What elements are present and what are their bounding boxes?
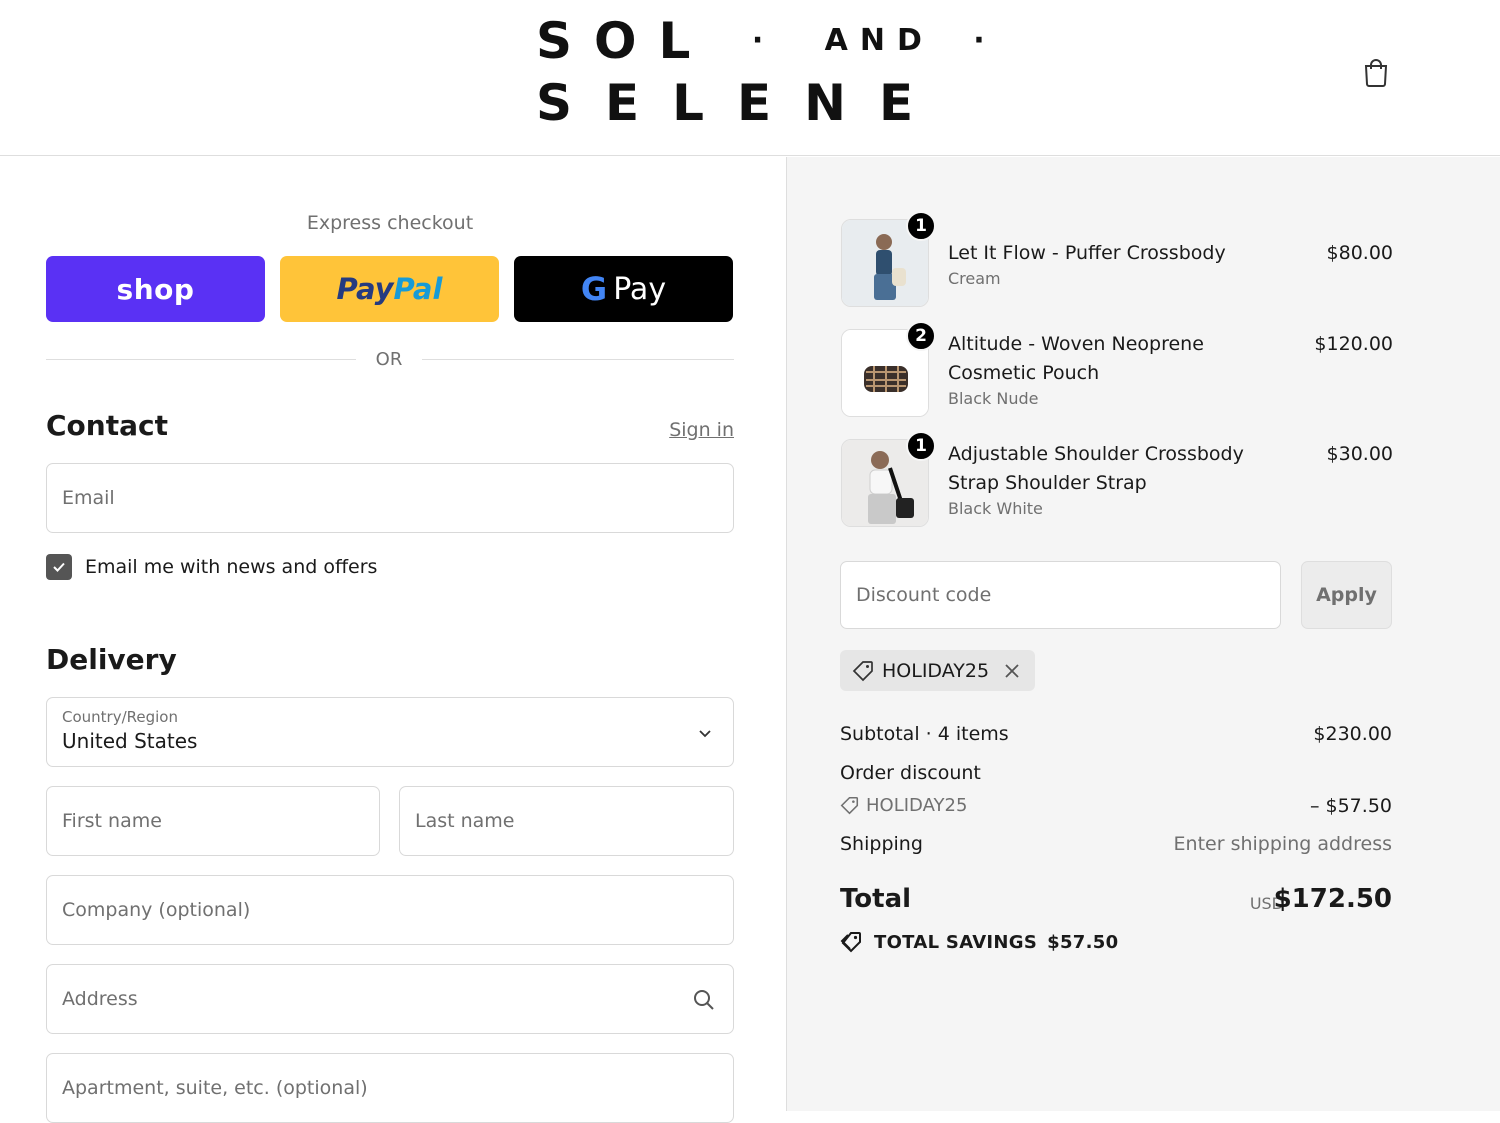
item-price: $30.00 bbox=[1326, 443, 1393, 465]
country-label: Country/Region bbox=[62, 708, 178, 726]
chevron-down-icon bbox=[699, 730, 711, 738]
or-label: OR bbox=[375, 349, 403, 370]
brand-logo[interactable]: SOL · AND · SELENE bbox=[536, 12, 984, 136]
item-variant: Cream bbox=[948, 269, 1001, 288]
divider-line-left bbox=[46, 359, 356, 360]
applied-discount-chip: HOLIDAY25 bbox=[840, 650, 1036, 691]
apartment-placeholder: Apartment, suite, etc. (optional) bbox=[62, 1077, 368, 1099]
google-pay-button[interactable]: G Pay bbox=[514, 256, 733, 322]
subtotal-row: Subtotal · 4 items $230.00 bbox=[840, 723, 1392, 745]
item-info: Altitude - Woven Neoprene Cosmetic Pouch… bbox=[948, 330, 1293, 410]
item-info: Let It Flow - Puffer Crossbody Cream bbox=[948, 239, 1293, 290]
company-placeholder: Company (optional) bbox=[62, 899, 251, 921]
express-checkout-label: Express checkout bbox=[306, 212, 474, 234]
item-price: $120.00 bbox=[1314, 333, 1393, 355]
quantity-badge: 2 bbox=[906, 321, 936, 351]
logo-word-selene: SELENE bbox=[536, 74, 947, 132]
total-amount: $172.50 bbox=[1273, 884, 1392, 914]
company-field[interactable]: Company (optional) bbox=[46, 875, 734, 945]
shipping-row: Shipping Enter shipping address bbox=[840, 833, 1392, 855]
sign-in-link[interactable]: Sign in bbox=[669, 419, 734, 441]
address-placeholder: Address bbox=[62, 988, 138, 1010]
header: SOL · AND · SELENE bbox=[0, 0, 1500, 156]
cart-line-item: 2 Altitude - Woven Neoprene Cosmetic Pou… bbox=[841, 321, 1393, 417]
newsletter-label: Email me with news and offers bbox=[85, 556, 378, 578]
shopping-bag-icon[interactable] bbox=[1362, 57, 1390, 87]
divider-line-right bbox=[422, 359, 734, 360]
item-info: Adjustable Shoulder Crossbody Strap Shou… bbox=[948, 440, 1293, 520]
tag-icon bbox=[840, 796, 859, 815]
cart-line-item: 1 Let It Flow - Puffer Crossbody Cream $… bbox=[841, 211, 1393, 307]
newsletter-checkbox[interactable] bbox=[46, 554, 72, 580]
item-name: Let It Flow - Puffer Crossbody bbox=[948, 242, 1226, 264]
shop-pay-label: shop bbox=[116, 272, 195, 306]
last-name-field[interactable]: Last name bbox=[399, 786, 734, 856]
newsletter-checkbox-row[interactable]: Email me with news and offers bbox=[46, 552, 377, 582]
summary-discount-code: HOLIDAY25 bbox=[866, 795, 968, 816]
last-name-placeholder: Last name bbox=[415, 810, 515, 832]
total-row: Total USD $172.50 bbox=[840, 884, 1392, 920]
first-name-field[interactable]: First name bbox=[46, 786, 380, 856]
apartment-field[interactable]: Apartment, suite, etc. (optional) bbox=[46, 1053, 734, 1123]
discount-code-row: HOLIDAY25 – $57.50 bbox=[840, 795, 1392, 817]
paypal-label-pay: Pay bbox=[336, 272, 394, 306]
first-name-placeholder: First name bbox=[62, 810, 162, 832]
google-pay-label: Pay bbox=[613, 271, 667, 307]
country-select[interactable]: Country/Region United States bbox=[46, 697, 734, 767]
total-savings-row: TOTAL SAVINGS $57.50 bbox=[840, 930, 1118, 954]
paypal-label-pal: Pal bbox=[393, 272, 443, 306]
discount-value: – $57.50 bbox=[1309, 795, 1392, 817]
contact-heading: Contact bbox=[46, 409, 168, 442]
shipping-label: Shipping bbox=[840, 833, 923, 855]
paypal-button[interactable]: Pay Pal bbox=[280, 256, 499, 322]
applied-discount-code: HOLIDAY25 bbox=[882, 659, 990, 682]
address-field[interactable]: Address bbox=[46, 964, 734, 1034]
subtotal-value: $230.00 bbox=[1313, 723, 1392, 745]
tag-icon bbox=[852, 660, 873, 681]
subtotal-label: Subtotal · 4 items bbox=[840, 723, 1009, 745]
order-discount-label: Order discount bbox=[840, 762, 981, 784]
item-variant: Black White bbox=[948, 499, 1043, 518]
quantity-badge: 1 bbox=[906, 431, 936, 461]
item-name: Adjustable Shoulder Crossbody Strap Shou… bbox=[948, 443, 1244, 494]
cart-line-item: 1 Adjustable Shoulder Crossbody Strap Sh… bbox=[841, 431, 1393, 527]
savings-value: $57.50 bbox=[1047, 931, 1119, 953]
order-discount-row: Order discount bbox=[840, 762, 1392, 784]
discount-code-placeholder: Discount code bbox=[856, 584, 992, 606]
double-tag-icon bbox=[840, 932, 861, 953]
checkmark-icon bbox=[53, 562, 65, 572]
quantity-badge: 1 bbox=[906, 211, 936, 241]
logo-word-and: AND bbox=[824, 23, 934, 58]
logo-word-sol: SOL bbox=[536, 12, 713, 70]
country-value: United States bbox=[62, 729, 198, 753]
delivery-heading: Delivery bbox=[46, 643, 177, 676]
item-price: $80.00 bbox=[1326, 242, 1393, 264]
savings-label: TOTAL SAVINGS bbox=[874, 931, 1038, 953]
email-field[interactable]: Email bbox=[46, 463, 734, 533]
search-icon[interactable] bbox=[693, 989, 715, 1011]
google-g-icon: G bbox=[580, 270, 608, 308]
close-icon[interactable] bbox=[1003, 662, 1021, 680]
item-name: Altitude - Woven Neoprene Cosmetic Pouch bbox=[948, 333, 1204, 384]
shipping-value: Enter shipping address bbox=[1173, 833, 1392, 855]
email-placeholder: Email bbox=[62, 487, 115, 509]
apply-discount-button[interactable]: Apply bbox=[1301, 561, 1392, 629]
item-variant: Black Nude bbox=[948, 389, 1039, 408]
shop-pay-button[interactable]: shop bbox=[46, 256, 265, 322]
discount-code-field[interactable]: Discount code bbox=[840, 561, 1281, 629]
or-divider: OR bbox=[46, 349, 734, 373]
total-label: Total bbox=[840, 884, 912, 914]
